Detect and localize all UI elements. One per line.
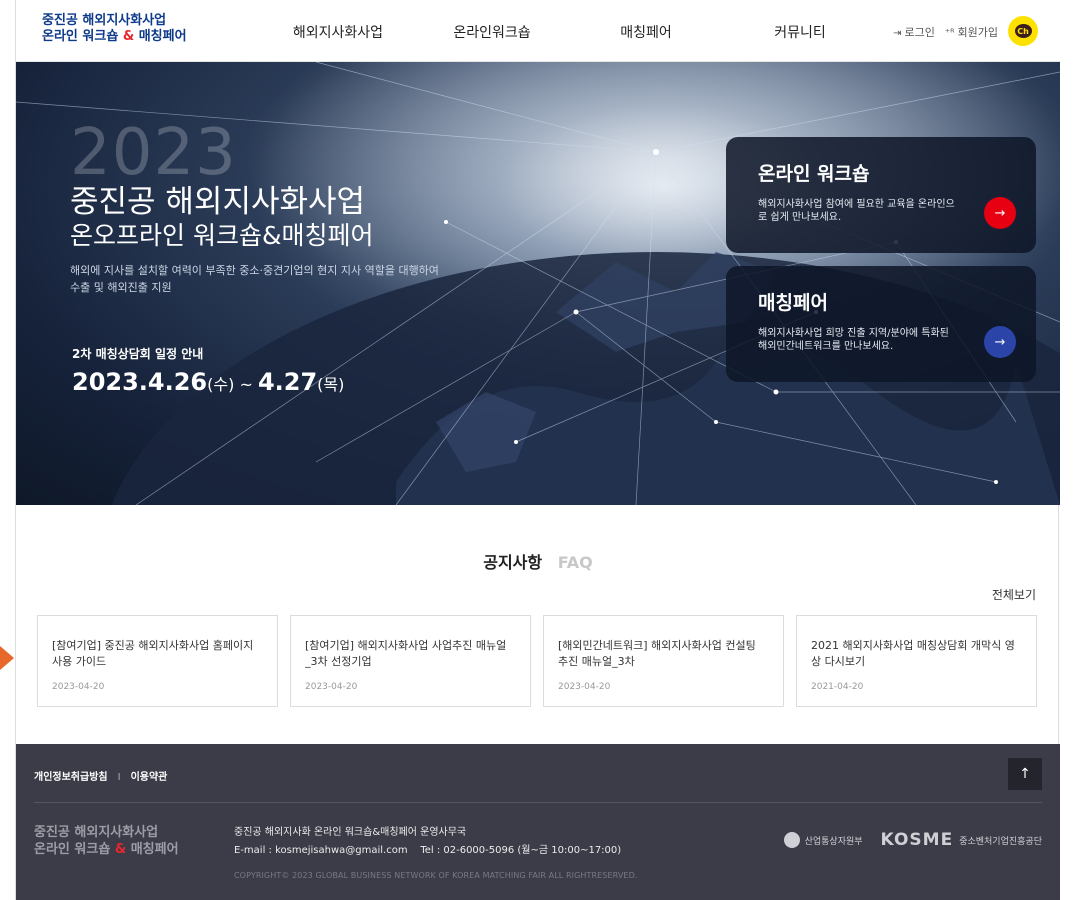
notice-title: [참여기업] 중진공 해외지사화사업 홈페이지 사용 가이드 — [52, 639, 254, 668]
logo-line1: 중진공 해외지사화사업 — [42, 13, 167, 28]
schedule-day-end: (목) — [317, 375, 345, 394]
footer-separator: I — [117, 772, 121, 783]
notice-title: [참여기업] 해외지사화사업 사업추진 매뉴얼_3차 선정기업 — [305, 639, 507, 668]
notice-tabs: 공지사항 FAQ — [16, 549, 1060, 573]
terms-link[interactable]: 이용약관 — [131, 772, 168, 783]
footer-logo-line1: 중진공 해외지사화사업 — [34, 825, 159, 840]
footer-logo-line2-a: 온라인 워크숍 — [34, 842, 111, 857]
kosme-name: 중소벤처기업진흥공단 — [959, 836, 1042, 847]
footer-office: 중진공 해외지사화 온라인 워크숍&매칭페어 운영사무국 — [234, 827, 467, 838]
signup-link[interactable]: ⁺ᴿ 회원가입 — [945, 24, 998, 40]
footer-email: E-mail : kosmejisahwa@gmail.com — [234, 845, 408, 856]
online-workshop-card-desc: 해외지사화사업 참여에 필요한 교육을 온라인으로 쉽게 만나보세요. — [758, 199, 955, 223]
side-arrow-marker — [0, 646, 14, 670]
motie-emblem-icon — [783, 832, 800, 848]
login-link[interactable]: ⇥ 로그인 — [893, 24, 935, 40]
schedule-date: 2023.4.26(수) ~ 4.27(목) — [72, 368, 344, 396]
logo-line2-b: 매칭페어 — [138, 29, 187, 44]
notice-title: [해외민간네트워크] 해외지사화사업 컨설팅 추진 매뉴얼_3차 — [558, 639, 756, 668]
kakao-channel-button[interactable]: Ch — [1008, 16, 1038, 46]
notice-title: 2021 해외지사화사업 매칭상담회 개막식 영상 다시보기 — [811, 639, 1015, 668]
arrow-right-icon[interactable]: → — [984, 326, 1016, 358]
tab-notice[interactable]: 공지사항 — [483, 553, 542, 572]
online-workshop-card[interactable]: 온라인 워크숍 해외지사화사업 참여에 필요한 교육을 온라인으로 쉽게 만나보… — [726, 137, 1036, 253]
page-frame: 중진공 해외지사화사업 온라인 워크숍 & 매칭페어 해외지사화사업 온라인워크… — [15, 0, 1060, 900]
notice-list: [참여기업] 중진공 해외지사화사업 홈페이지 사용 가이드 2023-04-2… — [37, 615, 1037, 707]
scroll-top-button[interactable]: ↑ — [1008, 758, 1042, 790]
notice-card[interactable]: [참여기업] 해외지사화사업 사업추진 매뉴얼_3차 선정기업 2023-04-… — [290, 615, 531, 707]
user-plus-icon: ⁺ᴿ — [944, 28, 955, 39]
hero-title: 중진공 해외지사화사업 — [70, 184, 366, 220]
footer-divider — [34, 802, 1042, 803]
online-workshop-card-title: 온라인 워크숍 — [758, 163, 870, 185]
matching-fair-card[interactable]: 매칭페어 해외지사화사업 희망 진출 지역/분야에 특화된 해외민간네트워크를 … — [726, 266, 1036, 382]
footer-logo-line2-b: 매칭페어 — [130, 842, 179, 857]
util-links: ⇥ 로그인 ⁺ᴿ 회원가입 — [893, 24, 998, 40]
main-nav: 해외지사화사업 온라인워크숍 매칭페어 커뮤니티 — [261, 22, 877, 42]
tab-faq[interactable]: FAQ — [558, 553, 593, 572]
footer-links: 개인정보취급방침 I 이용약관 — [34, 768, 167, 783]
privacy-policy-link[interactable]: 개인정보취급방침 — [34, 772, 108, 783]
hero-subtitle: 온오프라인 워크숍&매칭페어 — [70, 221, 374, 250]
logo-line2-a: 온라인 워크숍 — [42, 29, 119, 44]
matching-fair-card-desc: 해외지사화사업 희망 진출 지역/분야에 특화된 해외민간네트워크를 만나보세요… — [758, 328, 949, 352]
motie-name: 산업통상자원부 — [804, 836, 863, 847]
motie-logo: 산업통상자원부 — [783, 832, 863, 848]
signup-label: 회원가입 — [957, 26, 998, 39]
site-header: 중진공 해외지사화사업 온라인 워크숍 & 매칭페어 해외지사화사업 온라인워크… — [16, 0, 1060, 62]
schedule-tilde: ~ — [234, 375, 258, 394]
notice-card[interactable]: [해외민간네트워크] 해외지사화사업 컨설팅 추진 매뉴얼_3차 2023-04… — [543, 615, 784, 707]
notice-date: 2021-04-20 — [811, 682, 864, 692]
footer-logo-amp: & — [114, 842, 127, 857]
logo-amp: & — [122, 29, 135, 44]
schedule-date-end: 4.27 — [257, 368, 318, 396]
footer-orgs: 산업통상자원부 KOSME 중소벤처기업진흥공단 — [783, 830, 1042, 850]
footer-copyright: COPYRIGHT© 2023 GLOBAL BUSINESS NETWORK … — [234, 871, 638, 880]
site-logo[interactable]: 중진공 해외지사화사업 온라인 워크숍 & 매칭페어 — [42, 13, 187, 45]
schedule-label: 2차 매칭상담회 일정 안내 — [72, 347, 204, 361]
kosme-wordmark: KOSME — [880, 830, 954, 850]
nav-item-overseas-branch[interactable]: 해외지사화사업 — [261, 22, 415, 42]
notice-card[interactable]: 2021 해외지사화사업 매칭상담회 개막식 영상 다시보기 2021-04-2… — [796, 615, 1037, 707]
footer-logo: 중진공 해외지사화사업 온라인 워크숍 & 매칭페어 — [34, 824, 179, 858]
hero-banner: 2023 중진공 해외지사화사업 온오프라인 워크숍&매칭페어 해외에 지사를 … — [16, 62, 1060, 505]
matching-fair-card-title: 매칭페어 — [758, 292, 828, 314]
hero-description: 해외에 지사를 설치할 여력이 부족한 중소·중견기업의 현지 지사 역할을 대… — [70, 264, 439, 294]
hero-year: 2023 — [70, 116, 237, 190]
notice-date: 2023-04-20 — [558, 682, 611, 692]
login-label: 로그인 — [904, 26, 935, 39]
footer-info: 중진공 해외지사화 온라인 워크숍&매칭페어 운영사무국 E-mail : ko… — [234, 824, 621, 860]
login-icon: ⇥ — [893, 28, 902, 39]
schedule-day-start: (수) — [207, 375, 235, 394]
nav-item-online-workshop[interactable]: 온라인워크숍 — [415, 22, 569, 42]
nav-item-community[interactable]: 커뮤니티 — [723, 22, 877, 42]
notice-card[interactable]: [참여기업] 중진공 해외지사화사업 홈페이지 사용 가이드 2023-04-2… — [37, 615, 278, 707]
kakao-channel-icon: Ch — [1014, 24, 1032, 38]
notice-date: 2023-04-20 — [52, 682, 105, 692]
footer-tel: Tel : 02-6000-5096 (월~금 10:00~17:00) — [420, 845, 622, 856]
arrow-right-icon[interactable]: → — [984, 197, 1016, 229]
nav-item-matching-fair[interactable]: 매칭페어 — [569, 22, 723, 42]
schedule-date-start: 2023.4.26 — [72, 368, 208, 396]
view-all-link[interactable]: 전체보기 — [992, 586, 1036, 603]
kosme-logo: KOSME 중소벤처기업진흥공단 — [881, 830, 1042, 850]
notice-date: 2023-04-20 — [305, 682, 358, 692]
site-footer: 개인정보취급방침 I 이용약관 ↑ 중진공 해외지사화사업 온라인 워크숍 & 매칭… — [16, 744, 1060, 900]
